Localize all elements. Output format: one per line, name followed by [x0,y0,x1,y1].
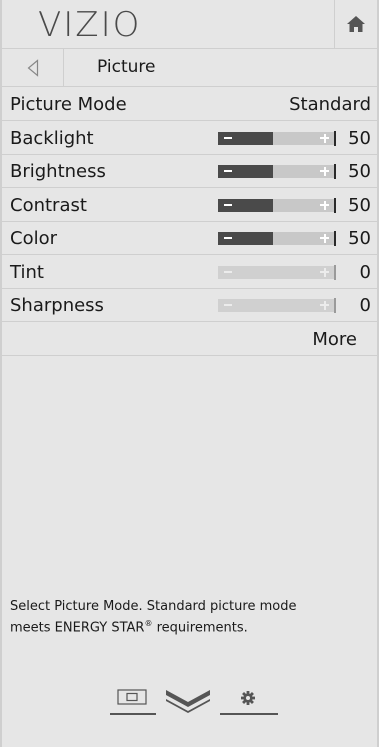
plus-icon [324,301,326,310]
menu-item-contrast[interactable]: Contrast 50 [2,189,377,222]
slider-end-tick [334,197,336,213]
vizio-v-icon[interactable] [164,688,212,714]
more-button[interactable]: More [312,323,357,356]
contrast-slider[interactable] [218,197,336,213]
menu-item-label: Backlight [10,127,94,149]
minus-icon [224,170,232,172]
tint-slider[interactable] [218,264,336,280]
menu-item-backlight[interactable]: Backlight 50 [2,122,377,155]
settings-panel: VIZIO Picture Picture Mode Standard Backli… [0,0,379,747]
sharpness-slider[interactable] [218,298,336,313]
slider-end-tick [334,264,336,280]
brightness-value: 50 [348,161,371,182]
minus-icon [224,270,232,273]
plus-icon [324,234,326,243]
color-value: 50 [348,228,371,249]
back-arrow-icon [27,58,38,77]
slider-end-tick [334,298,336,313]
menu-item-picture-mode[interactable]: Picture Mode Standard [2,88,377,121]
menu-item-sharpness[interactable]: Sharpness 0 [2,289,377,322]
brightness-slider[interactable] [218,164,336,179]
help-text: Select Picture Mode. Standard picture mo… [10,599,297,636]
plus-icon [324,267,326,277]
minus-icon [224,203,232,206]
tint-value: 0 [359,261,371,283]
header: VIZIO [2,0,377,49]
sharpness-value: 0 [359,295,371,316]
plus-icon [324,133,326,143]
plus-icon [324,200,326,210]
minus-icon [224,237,232,239]
home-button[interactable] [334,0,377,48]
menu-item-label: Picture Mode [10,94,127,115]
menu-item-label: Tint [10,261,44,283]
color-slider[interactable] [218,231,336,246]
menu-item-brightness[interactable]: Brightness 50 [2,155,377,188]
input-icon[interactable] [110,687,156,717]
picture-mode-value: Standard [289,94,371,115]
home-icon [347,16,365,32]
menu-item-more[interactable]: More [2,323,377,356]
menu-item-tint[interactable]: Tint 0 [2,256,377,289]
minus-icon [224,136,232,139]
plus-icon [324,167,326,176]
bottom-nav [110,680,280,720]
breadcrumb: Picture [2,49,377,87]
contrast-value: 50 [348,194,371,216]
menu-item-color[interactable]: Color 50 [2,222,377,255]
backlight-slider[interactable] [218,130,336,146]
slider-end-tick [334,164,336,179]
back-button[interactable] [2,49,64,86]
menu-item-label: Sharpness [10,295,104,316]
menu-item-label: Contrast [10,194,87,216]
slider-end-tick [334,130,336,146]
backlight-value: 50 [348,127,371,149]
vizio-logo: VIZIO [38,5,142,45]
page-title: Picture [97,57,156,77]
menu-item-label: Color [10,228,57,249]
settings-gear-icon[interactable] [220,687,278,717]
slider-end-tick [334,231,336,246]
minus-icon [224,304,232,306]
menu-item-label: Brightness [10,161,106,182]
